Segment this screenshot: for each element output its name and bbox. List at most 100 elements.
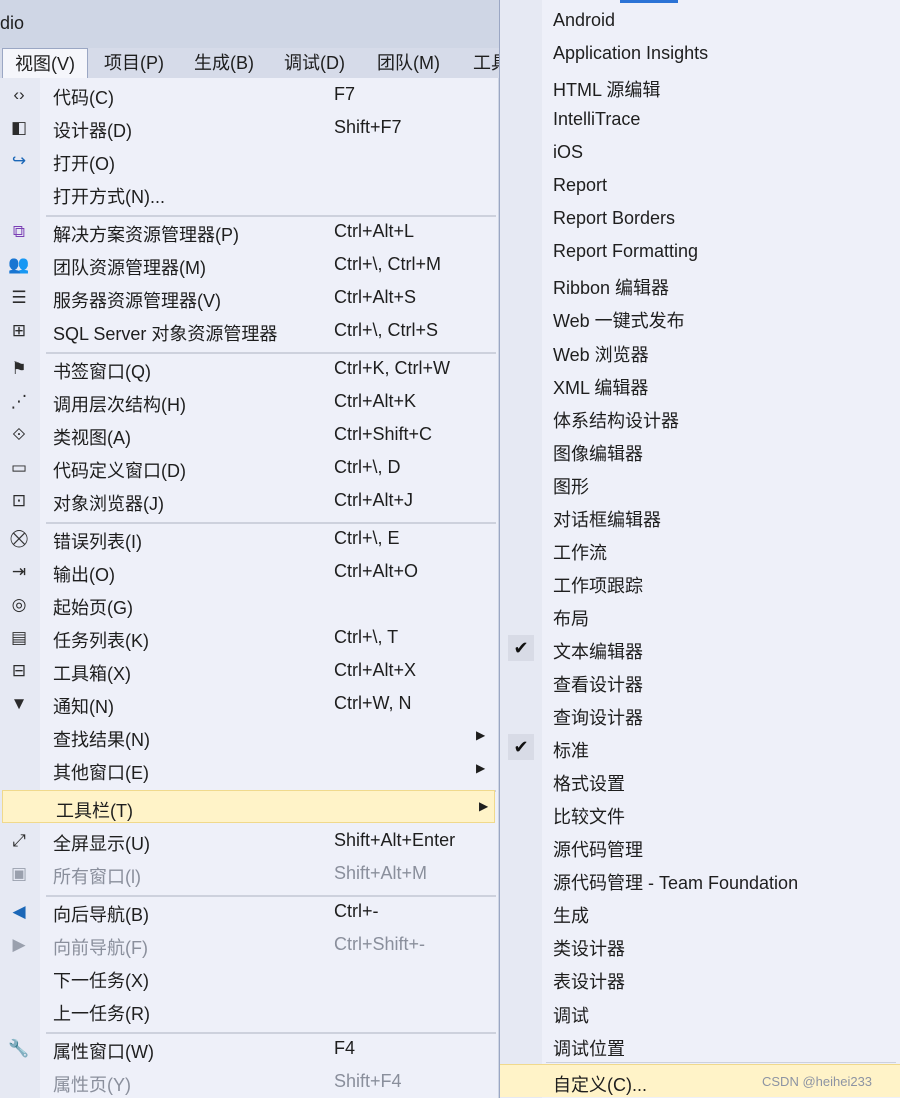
sql-server-icon: ⊞	[11, 321, 27, 340]
submenu-item-label: 自定义(C)...	[553, 1075, 647, 1095]
submenu-item-label: 比较文件	[553, 807, 625, 828]
menu-item-label: 所有窗口(l)	[53, 867, 141, 887]
view-menu-item[interactable]: ⋰ 调用层次结构(H) Ctrl+Alt+K	[0, 385, 498, 418]
toolbar-submenu-item[interactable]: 源代码管理	[500, 830, 900, 863]
toolbar-submenu-item[interactable]: 格式设置	[500, 764, 900, 797]
properties-icon: 🔧	[8, 1039, 30, 1058]
menu-item-label: 类视图(A)	[53, 428, 131, 448]
view-menu-item[interactable]: 打开方式(N)...	[0, 177, 498, 210]
submenu-item-label: 格式设置	[553, 774, 625, 795]
toolbar-submenu-item[interactable]: 布局	[500, 599, 900, 632]
toolbar-submenu-item[interactable]: 调试位置	[500, 1029, 900, 1062]
view-menu-item[interactable]: ⟐ 类视图(A) Ctrl+Shift+C	[0, 418, 498, 451]
submenu-item-label: 文本编辑器	[553, 641, 643, 662]
view-menu-item[interactable]: 上一任务(R)	[0, 994, 498, 1027]
view-menu-item: ▣ 所有窗口(l) Shift+Alt+M	[0, 857, 498, 890]
menu-item-shortcut: Ctrl+\, D	[334, 457, 401, 477]
view-menu-item[interactable]: 下一任务(X)	[0, 961, 498, 994]
toolbars-submenu: Android Application Insights HTML 源编辑 Intel…	[499, 0, 900, 1098]
menu-separator	[546, 1062, 896, 1063]
toolbar-submenu-item[interactable]: 类设计器	[500, 929, 900, 962]
menu-item-label: 解决方案资源管理器(P)	[53, 225, 239, 245]
submenu-item-label: 类设计器	[553, 939, 625, 960]
view-menu-item[interactable]: ⊟ 工具箱(X) Ctrl+Alt+X	[0, 654, 498, 687]
view-menu-item[interactable]: ⊡ 对象浏览器(J) Ctrl+Alt+J	[0, 484, 498, 517]
toolbar-submenu-item[interactable]: HTML 源编辑	[500, 70, 900, 103]
menu-item-label: 打开(O)	[53, 154, 115, 174]
menu-team[interactable]: 团队(M)	[377, 48, 440, 78]
submenu-item-label: iOS	[553, 142, 584, 163]
view-menu-item[interactable]: ‹› 代码(C) F7	[0, 78, 498, 111]
view-menu-item[interactable]: ⚑ 书签窗口(Q) Ctrl+K, Ctrl+W	[0, 352, 498, 385]
navigate-back-icon: ◀	[12, 902, 26, 921]
toolbar-submenu-item[interactable]: 体系结构设计器	[500, 401, 900, 434]
submenu-item-label: 图形	[553, 476, 589, 497]
menu-build[interactable]: 生成(B)	[194, 48, 254, 78]
view-menu-item[interactable]: ⇥ 输出(O) Ctrl+Alt+O	[0, 555, 498, 588]
menu-item-label: 查找结果(N)	[53, 730, 150, 750]
toolbar-submenu-item[interactable]: ✔ 标准	[500, 731, 900, 764]
toolbar-submenu-item[interactable]: 查看设计器	[500, 665, 900, 698]
submenu-item-label: 工作项跟踪	[553, 575, 643, 596]
toolbar-submenu-item[interactable]: 查询设计器	[500, 698, 900, 731]
notification-icon: ▼	[10, 694, 28, 713]
view-menu-item[interactable]: 其他窗口(E) ▶	[0, 753, 498, 786]
view-menu-item[interactable]: ⛒ 错误列表(I) Ctrl+\, E	[0, 522, 498, 555]
menu-item-shortcut: Ctrl+\, Ctrl+S	[334, 320, 439, 340]
submenu-item-label: 源代码管理	[553, 840, 643, 861]
view-menu-item[interactable]: ↪ 打开(O)	[0, 144, 498, 177]
toolbar-submenu-item[interactable]: 工作项跟踪	[500, 566, 900, 599]
toolbar-submenu-item[interactable]: Android	[500, 4, 900, 37]
toolbar-submenu-item[interactable]: 生成	[500, 896, 900, 929]
toolbar-submenu-item[interactable]: 图形	[500, 467, 900, 500]
toolbar-submenu-item[interactable]: Web 浏览器	[500, 335, 900, 368]
view-menu-item[interactable]: ◎ 起始页(G)	[0, 588, 498, 621]
view-menu-item[interactable]: 👥 团队资源管理器(M) Ctrl+\, Ctrl+M	[0, 248, 498, 281]
menu-debug[interactable]: 调试(D)	[284, 48, 345, 78]
toolbar-submenu-item[interactable]: Application Insights	[500, 37, 900, 70]
toolbar-submenu-item[interactable]: Report Formatting	[500, 235, 900, 268]
submenu-item-label: HTML 源编辑	[553, 80, 661, 101]
toolbar-submenu-item[interactable]: 对话框编辑器	[500, 500, 900, 533]
toolbar-submenu-item[interactable]: Web 一键式发布	[500, 301, 900, 334]
view-menu-item[interactable]: 查找结果(N) ▶	[0, 720, 498, 753]
toolbar-submenu-item[interactable]: ✔ 文本编辑器	[500, 632, 900, 665]
designer-icon: ◧	[10, 118, 28, 137]
view-menu-item[interactable]: ⧉ 解决方案资源管理器(P) Ctrl+Alt+L	[0, 215, 498, 248]
submenu-item-label: IntelliTrace	[553, 109, 641, 130]
view-menu-item[interactable]: ▤ 任务列表(K) Ctrl+\, T	[0, 621, 498, 654]
toolbar-submenu-item[interactable]: 调试	[500, 996, 900, 1029]
toolbar-submenu-item[interactable]: 比较文件	[500, 797, 900, 830]
view-menu-item[interactable]: ⤢ 全屏显示(U) Shift+Alt+Enter	[0, 824, 498, 857]
toolbar-submenu-item[interactable]: 工作流	[500, 533, 900, 566]
toolbar-submenu-item[interactable]: IntelliTrace	[500, 103, 900, 136]
view-menu-item[interactable]: ▭ 代码定义窗口(D) Ctrl+\, D	[0, 451, 498, 484]
view-menu-item[interactable]: ▼ 通知(N) Ctrl+W, N	[0, 687, 498, 720]
toolbar-submenu-item[interactable]: 图像编辑器	[500, 434, 900, 467]
toolbar-submenu-item[interactable]: Report Borders	[500, 202, 900, 235]
view-menu-item[interactable]: ☰ 服务器资源管理器(V) Ctrl+Alt+S	[0, 281, 498, 314]
open-icon: ↪	[11, 151, 27, 170]
menu-item-label: 代码(C)	[53, 88, 114, 108]
view-menu-item[interactable]: ⊞ SQL Server 对象资源管理器 Ctrl+\, Ctrl+S	[0, 314, 498, 347]
menu-project[interactable]: 项目(P)	[104, 48, 164, 78]
menu-item-label: 起始页(G)	[53, 598, 133, 618]
toolbar-submenu-item[interactable]: XML 编辑器	[500, 368, 900, 401]
submenu-item-label: 源代码管理 - Team Foundation	[553, 873, 799, 894]
toolbar-submenu-item[interactable]: iOS	[500, 136, 900, 169]
checkmark-icon: ✔	[508, 634, 534, 661]
menu-view[interactable]: 视图(V)	[2, 48, 88, 79]
toolbar-submenu-item[interactable]: Report	[500, 169, 900, 202]
view-menu-item[interactable]: 工具栏(T) ▶	[2, 790, 495, 823]
view-menu-item[interactable]: 🔧 属性窗口(W) F4	[0, 1032, 498, 1065]
toolbar-submenu-item[interactable]: 表设计器	[500, 962, 900, 995]
window-title: dio	[0, 13, 25, 33]
menu-item-label: 输出(O)	[53, 565, 115, 585]
view-menu-item[interactable]: ◀ 向后导航(B) Ctrl+-	[0, 895, 498, 928]
submenu-item-label: Application Insights	[553, 43, 709, 64]
toolbar-submenu-item[interactable]: 源代码管理 - Team Foundation	[500, 863, 900, 896]
object-browser-icon: ⊡	[11, 491, 27, 510]
submenu-item-label: 体系结构设计器	[553, 410, 679, 431]
view-menu-item[interactable]: ◧ 设计器(D) Shift+F7	[0, 111, 498, 144]
toolbar-submenu-item[interactable]: Ribbon 编辑器	[500, 268, 900, 301]
